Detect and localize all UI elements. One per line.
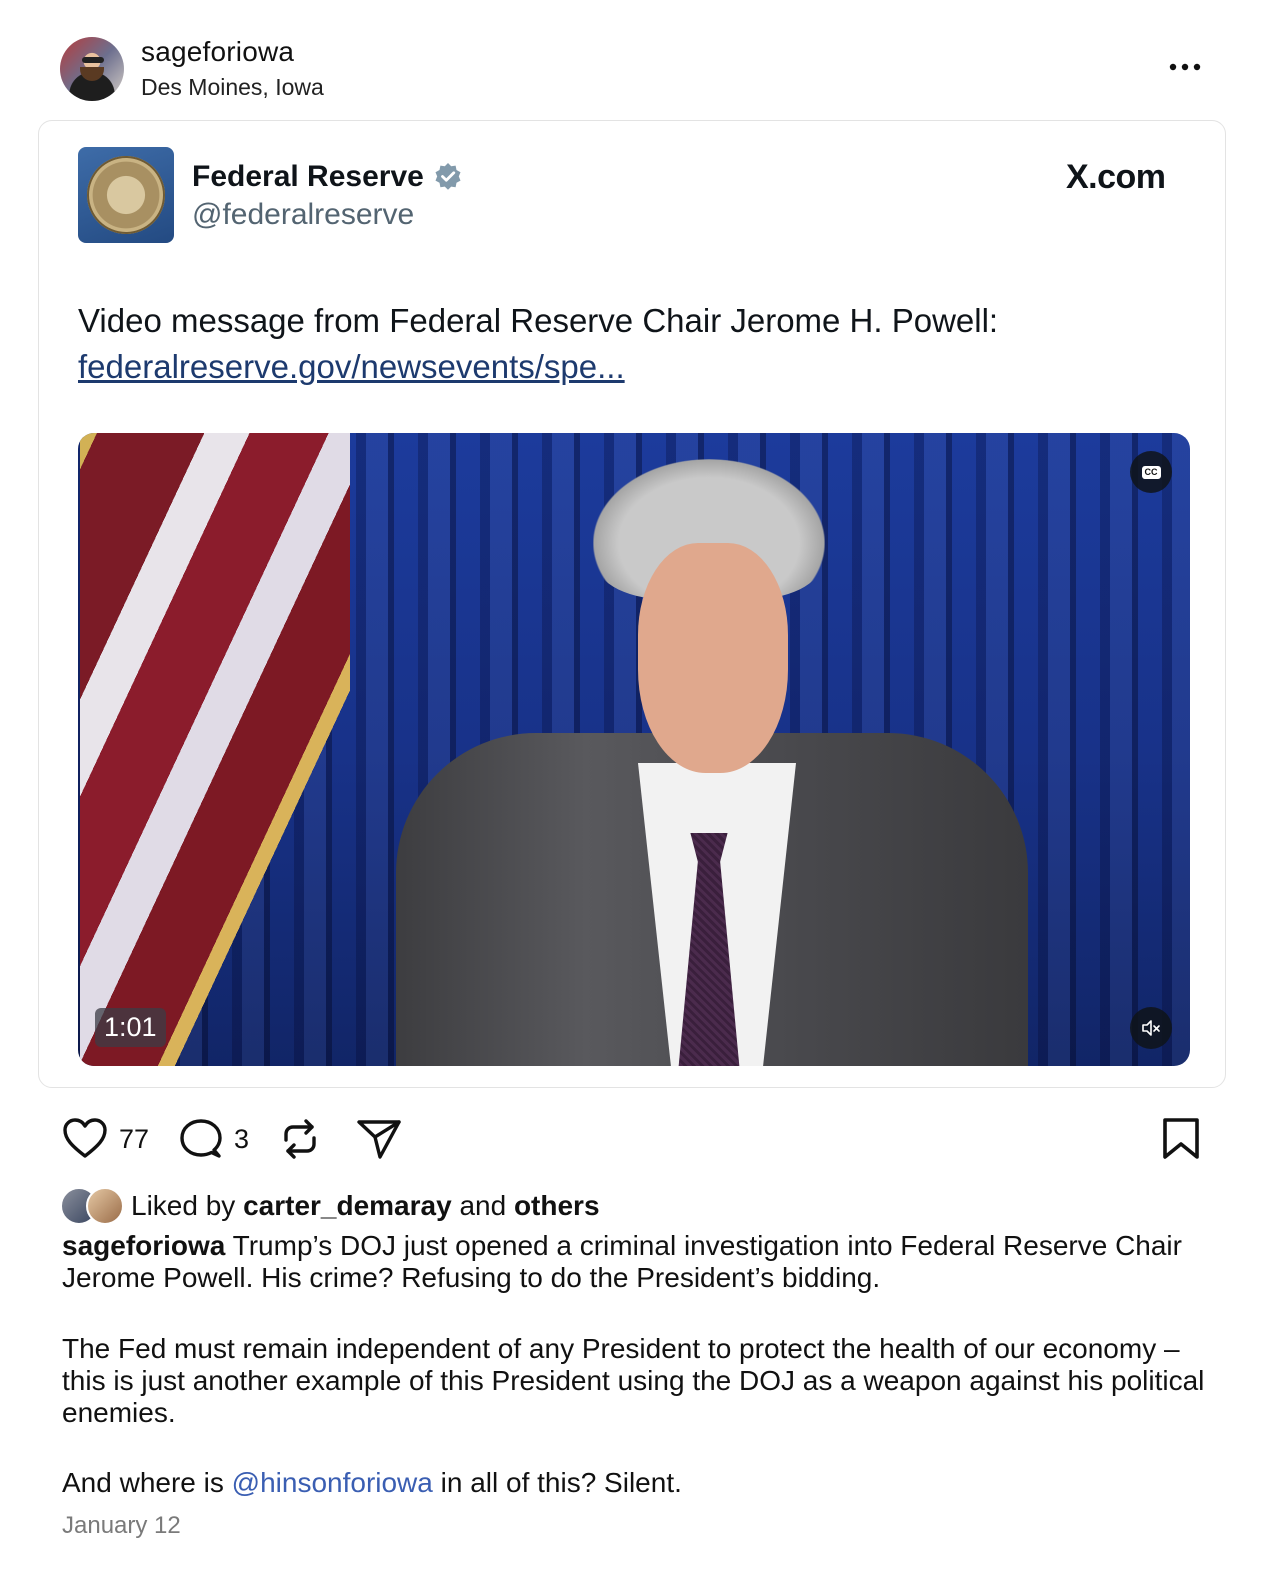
video-duration: 1:01 <box>95 1008 166 1047</box>
mute-button[interactable] <box>1130 1007 1172 1049</box>
embed-link[interactable]: federalreserve.gov/newsevents/spe... <box>78 348 625 386</box>
embed-text: Video message from Federal Reserve Chair… <box>78 302 999 339</box>
post-location[interactable]: Des Moines, Iowa <box>141 74 324 101</box>
caption-paragraph-3: And where is @hinsonforiowa in all of th… <box>62 1467 1212 1499</box>
comment-icon[interactable] <box>178 1117 224 1161</box>
liker-avatar <box>86 1187 124 1225</box>
share-icon[interactable] <box>355 1117 403 1161</box>
liked-by-prefix: Liked by <box>131 1190 236 1221</box>
repost-icon[interactable] <box>278 1116 322 1162</box>
video-speaker-face <box>638 543 788 773</box>
caption-paragraph-2: The Fed must remain independent of any P… <box>62 1333 1205 1428</box>
more-horizontal-icon[interactable] <box>1165 52 1205 82</box>
post-caption: sageforiowa Trump’s DOJ just opened a cr… <box>62 1230 1212 1294</box>
liked-by-avatars[interactable] <box>60 1187 126 1225</box>
video-player[interactable]: CC 1:01 <box>78 433 1190 1066</box>
heart-icon[interactable] <box>62 1117 108 1159</box>
federal-reserve-seal-icon <box>87 156 165 234</box>
caption-paragraph-1: Trump’s DOJ just opened a criminal inves… <box>62 1230 1182 1293</box>
liked-by-user[interactable]: carter_demaray <box>243 1190 452 1221</box>
caption-paragraph-3-after: in all of this? Silent. <box>440 1467 682 1498</box>
federal-reserve-avatar[interactable] <box>78 147 174 243</box>
bookmark-icon[interactable] <box>1161 1117 1201 1161</box>
avatar-beard <box>80 67 104 81</box>
comment-count[interactable]: 3 <box>234 1124 249 1155</box>
speaker-muted-icon <box>1142 1020 1160 1036</box>
caption-paragraph-3-before: And where is <box>62 1467 224 1498</box>
source-label: X.com <box>1066 158 1166 196</box>
cc-icon: CC <box>1141 465 1161 479</box>
video-flag <box>80 433 350 1066</box>
caption-username[interactable]: sageforiowa <box>62 1230 225 1261</box>
liked-by-others[interactable]: others <box>514 1190 600 1221</box>
embed-handle[interactable]: @federalreserve <box>192 198 414 232</box>
mention-link[interactable]: @hinsonforiowa <box>232 1467 433 1498</box>
like-count[interactable]: 77 <box>119 1124 149 1155</box>
avatar-glasses <box>82 57 104 63</box>
liked-by-and: and <box>459 1190 507 1221</box>
post-username[interactable]: sageforiowa <box>141 36 294 68</box>
verified-badge-icon <box>435 163 461 190</box>
post-date[interactable]: January 12 <box>62 1512 181 1540</box>
closed-captions-button[interactable]: CC <box>1130 451 1172 493</box>
liked-by-text[interactable]: Liked by carter_demaray and others <box>131 1190 600 1222</box>
embed-account-name[interactable]: Federal Reserve <box>192 160 424 194</box>
user-avatar[interactable] <box>60 37 124 101</box>
